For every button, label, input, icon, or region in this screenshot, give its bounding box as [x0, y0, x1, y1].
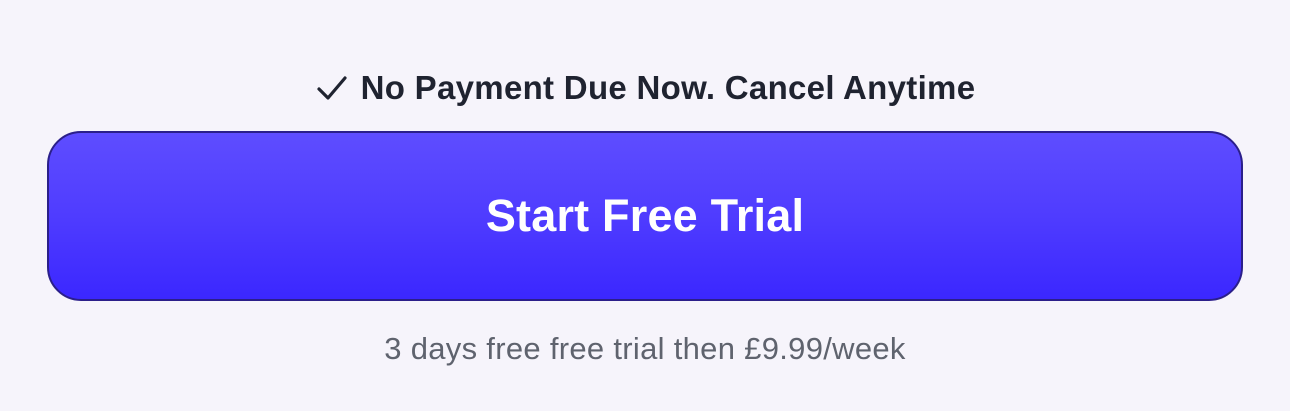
- pricing-text: 3 days free free trial then £9.99/week: [384, 331, 906, 366]
- no-payment-notice: No Payment Due Now. Cancel Anytime: [0, 60, 1290, 116]
- start-free-trial-button[interactable]: Start Free Trial: [47, 131, 1243, 301]
- check-icon: [315, 71, 349, 105]
- notice-text: No Payment Due Now. Cancel Anytime: [360, 69, 976, 106]
- start-free-trial-label: Start Free Trial: [485, 190, 805, 241]
